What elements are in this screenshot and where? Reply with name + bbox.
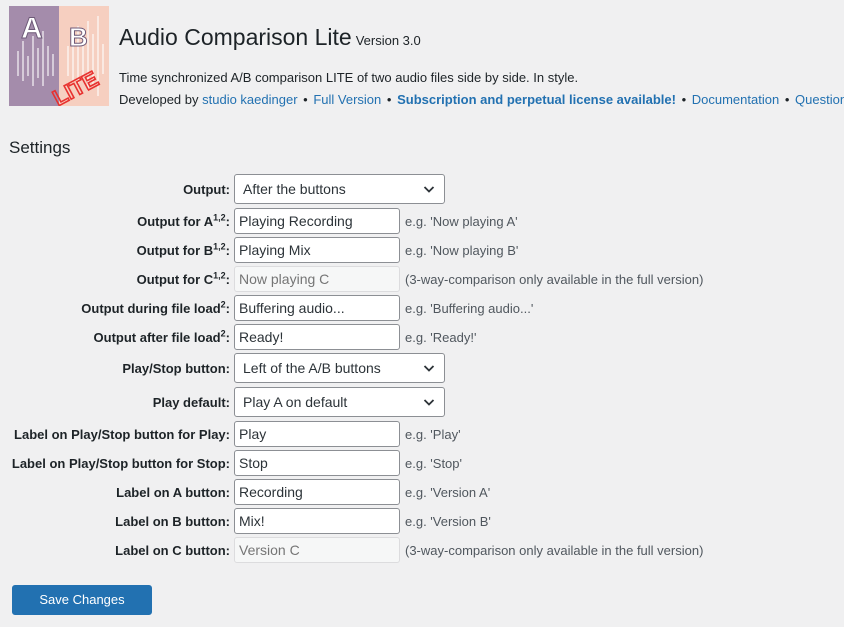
footnote-marker: 1,2: [213, 270, 226, 281]
label-on-play-stop-button-for-stop-input[interactable]: [234, 450, 400, 476]
play-default-select[interactable]: Play A on default: [234, 387, 445, 417]
setting-hint: e.g. 'Now playing B': [405, 243, 519, 258]
logo-graphic: A B LITE: [17, 12, 104, 106]
plugin-links: Developed by studio kaedinger • Full Ver…: [119, 92, 844, 107]
setting-label: Output during file load2:: [81, 299, 230, 316]
label-on-c-button-input: [234, 537, 400, 563]
setting-row-label-on-c-button: Label on C button: (3-way-comparison only…: [0, 537, 844, 565]
title-block: Audio Comparison Lite Version 3.0: [119, 24, 421, 51]
documentation-link[interactable]: Documentation: [692, 92, 779, 107]
plugin-title: Audio Comparison Lite: [119, 24, 352, 50]
setting-label: Output:: [183, 182, 230, 197]
output-for-a-input[interactable]: [234, 208, 400, 234]
label-on-a-button-input[interactable]: [234, 479, 400, 505]
separator: •: [386, 92, 392, 107]
plugin-logo: A B LITE: [9, 6, 109, 106]
setting-hint: e.g. 'Play': [405, 427, 461, 442]
setting-hint: e.g. 'Ready!': [405, 330, 477, 345]
setting-label: Label on B button:: [115, 514, 230, 529]
setting-label: Output after file load2:: [93, 328, 230, 345]
output-for-b-input[interactable]: [234, 237, 400, 263]
label-on-play-stop-button-for-play-input[interactable]: [234, 421, 400, 447]
setting-hint: e.g. 'Stop': [405, 456, 463, 471]
footnote-marker: 1,2: [213, 212, 226, 223]
output-for-c-input: [234, 266, 400, 292]
separator: •: [303, 92, 308, 107]
setting-row-label-on-b-button: Label on B button: e.g. 'Version B': [0, 508, 844, 536]
output-during-file-load-input[interactable]: [234, 295, 400, 321]
setting-label: Play/Stop button:: [122, 361, 230, 376]
setting-hint: e.g. 'Buffering audio...': [405, 301, 534, 316]
setting-row-output: Output: After the buttons: [0, 174, 844, 204]
setting-label: Label on Play/Stop button for Play:: [14, 427, 230, 442]
setting-label: Label on Play/Stop button for Stop:: [11, 456, 230, 471]
play-stop-button-select[interactable]: Left of the A/B buttons: [234, 353, 445, 383]
setting-hint: e.g. 'Version A': [405, 485, 491, 500]
output-after-file-load-input[interactable]: [234, 324, 400, 350]
setting-label: Label on C button:: [115, 543, 230, 558]
setting-hint: (3-way-comparison only available in the …: [405, 272, 704, 287]
setting-row-output-during-file-load: Output during file load2: e.g. 'Buffering…: [0, 295, 844, 323]
plugin-header: A B LITE Audio Comparison Lite Version 3.…: [9, 6, 844, 107]
subscription-link[interactable]: Subscription and perpetual license avail…: [397, 92, 676, 107]
output-select[interactable]: After the buttons: [234, 174, 445, 204]
setting-label: Output for A1,2:: [137, 212, 230, 229]
plugin-description: Time synchronized A/B comparison LITE of…: [119, 70, 579, 85]
setting-label: Play default:: [152, 395, 230, 410]
setting-row-output-for-b: Output for B1,2: e.g. 'Now playing B': [0, 237, 844, 265]
setting-hint: (3-way-comparison only available in the …: [405, 543, 704, 558]
chevron-down-icon: [423, 186, 435, 193]
save-changes-button[interactable]: Save Changes: [12, 585, 152, 615]
setting-row-output-after-file-load: Output after file load2: e.g. 'Ready!': [0, 324, 844, 352]
setting-hint: e.g. 'Version B': [405, 514, 491, 529]
logo-stamp-lite: LITE: [49, 66, 103, 106]
plugin-version: Version 3.0: [355, 33, 421, 48]
separator: •: [681, 92, 687, 107]
chevron-down-icon: [423, 399, 435, 406]
setting-hint: e.g. 'Now playing A': [405, 214, 518, 229]
setting-label: Output for B1,2:: [136, 241, 230, 258]
setting-label: Output for C1,2:: [136, 270, 230, 287]
chevron-down-icon: [423, 365, 435, 372]
setting-row-label-on-a-button: Label on A button: e.g. 'Version A': [0, 479, 844, 507]
logo-letter-b: B: [69, 22, 88, 52]
setting-row-output-for-a: Output for A1,2: e.g. 'Now playing A': [0, 208, 844, 236]
setting-label: Label on A button:: [116, 485, 230, 500]
logo-letter-a: A: [21, 12, 43, 45]
setting-row-label-on-play-stop-button-for-stop: Label on Play/Stop button for Stop: e.g. …: [0, 450, 844, 478]
footnote-marker: 1,2: [213, 241, 226, 252]
separator: •: [784, 92, 790, 107]
setting-row-play-stop-button: Play/Stop button: Left of the A/B buttons: [0, 353, 844, 383]
settings-heading: Settings: [9, 138, 71, 157]
setting-row-output-for-c: Output for C1,2: (3-way-comparison only a…: [0, 266, 844, 294]
setting-row-label-on-play-stop-button-for-play: Label on Play/Stop button for Play: e.g. …: [0, 421, 844, 449]
questions-link[interactable]: Questions?: [795, 92, 844, 107]
label-on-b-button-input[interactable]: [234, 508, 400, 534]
setting-row-play-default: Play default: Play A on default: [0, 387, 844, 417]
developed-by-text: Developed by: [119, 92, 199, 107]
full-version-link[interactable]: Full Version: [313, 92, 381, 107]
studio-link[interactable]: studio kaedinger: [202, 92, 297, 107]
